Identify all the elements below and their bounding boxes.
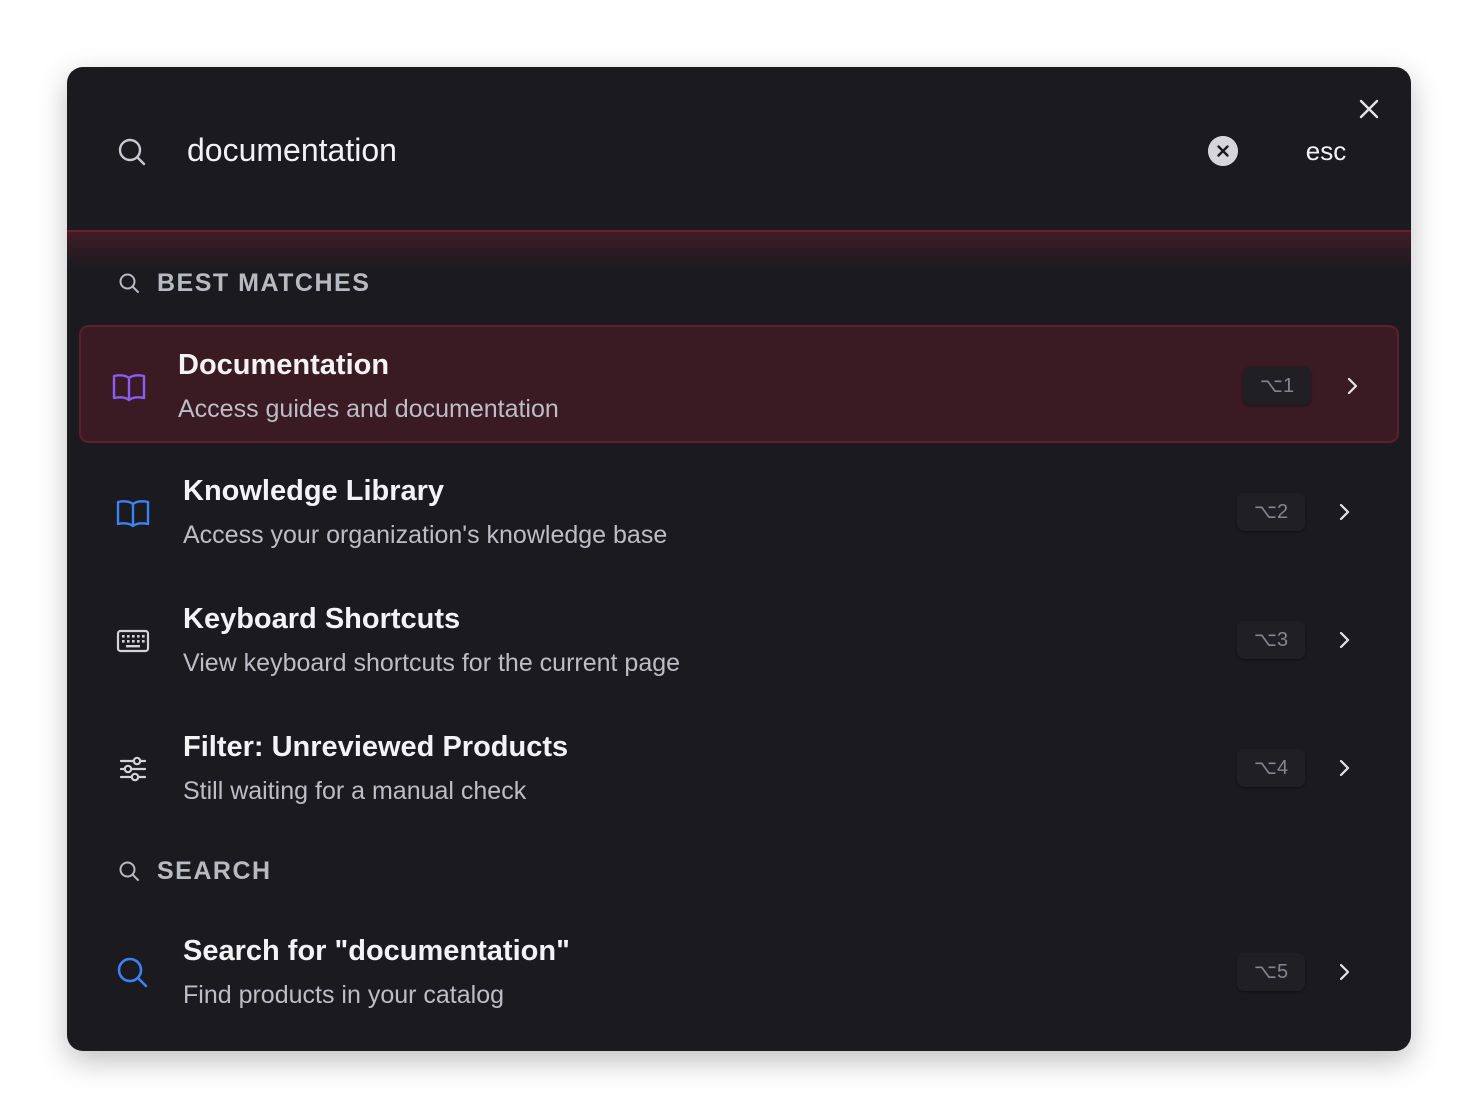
section-label: BEST MATCHES bbox=[157, 269, 371, 297]
shortcut-badge: ⌥1 bbox=[1243, 367, 1311, 405]
item-subtitle: Still waiting for a manual check bbox=[183, 777, 527, 805]
item-title: Documentation bbox=[178, 349, 390, 381]
sliders-icon bbox=[119, 756, 147, 782]
item-subtitle: View keyboard shortcuts for the current … bbox=[183, 649, 681, 677]
shortcut-badge: ⌥4 bbox=[1237, 749, 1305, 787]
book-open-icon bbox=[116, 500, 150, 528]
chevron-right-icon bbox=[1339, 631, 1350, 649]
esc-button[interactable]: esc bbox=[1291, 133, 1361, 169]
result-item-documentation[interactable]: Documentation Access guides and document… bbox=[79, 325, 1399, 443]
section-label: SEARCH bbox=[157, 857, 272, 885]
chevron-right-icon bbox=[1339, 503, 1350, 521]
item-title: Search for "documentation" bbox=[183, 935, 570, 967]
item-subtitle: Find products in your catalog bbox=[183, 981, 505, 1009]
keyboard-icon bbox=[116, 629, 150, 653]
item-title: Filter: Unreviewed Products bbox=[183, 731, 569, 763]
shortcut-badge: ⌥3 bbox=[1237, 621, 1305, 659]
result-item-filter-unreviewed[interactable]: Filter: Unreviewed Products Still waitin… bbox=[79, 709, 1399, 827]
search-icon bbox=[119, 273, 139, 293]
search-icon bbox=[117, 957, 148, 988]
chevron-right-icon bbox=[1339, 759, 1350, 777]
result-item-knowledge-library[interactable]: Knowledge Library Access your organizati… bbox=[79, 453, 1399, 571]
result-item-keyboard-shortcuts[interactable]: Keyboard Shortcuts View keyboard shortcu… bbox=[79, 581, 1399, 699]
item-subtitle: Access your organization's knowledge bas… bbox=[183, 521, 668, 549]
section-header-best-matches: BEST MATCHES bbox=[67, 263, 1411, 303]
clear-search-icon[interactable] bbox=[1208, 136, 1238, 166]
chevron-right-icon bbox=[1347, 377, 1358, 395]
command-palette: esc BEST MATCHES Documentation Access gu… bbox=[67, 67, 1411, 1051]
result-item-search-query[interactable]: Search for "documentation" Find products… bbox=[79, 913, 1399, 1031]
item-title: Knowledge Library bbox=[183, 475, 445, 507]
search-bar: esc bbox=[67, 67, 1411, 231]
search-input[interactable] bbox=[187, 125, 1167, 175]
shortcut-badge: ⌥2 bbox=[1237, 493, 1305, 531]
chevron-right-icon bbox=[1339, 963, 1350, 981]
search-icon bbox=[118, 138, 146, 166]
item-title: Keyboard Shortcuts bbox=[183, 603, 461, 635]
book-open-icon bbox=[112, 374, 146, 402]
search-icon bbox=[119, 861, 139, 881]
item-subtitle: Access guides and documentation bbox=[178, 395, 559, 423]
shortcut-badge: ⌥5 bbox=[1237, 953, 1305, 991]
section-header-search: SEARCH bbox=[67, 851, 1411, 891]
